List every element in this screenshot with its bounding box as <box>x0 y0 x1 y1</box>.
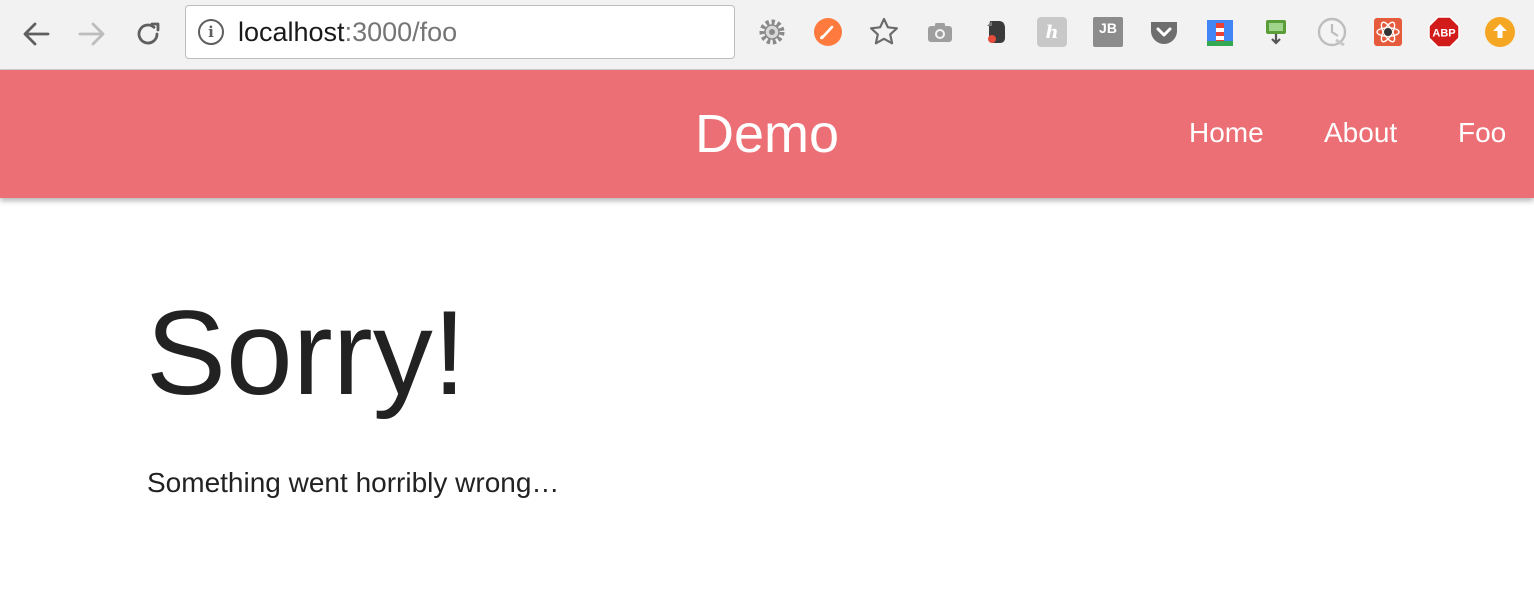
url-path: :3000/foo <box>344 16 458 47</box>
react-devtools-icon[interactable] <box>1372 16 1404 48</box>
error-message: Something went horribly wrong… <box>147 467 560 498</box>
lighthouse-icon[interactable] <box>1204 16 1236 48</box>
brand-title: Demo <box>694 104 840 164</box>
brush-icon[interactable] <box>812 16 844 48</box>
browser-toolbar: i localhost:3000/foo h JB ABP <box>0 0 1534 70</box>
error-title: Sorry! <box>146 286 467 420</box>
main-content: Sorry! Something went horribly wrong… <box>0 198 1534 608</box>
address-bar[interactable]: i localhost:3000/foo <box>185 5 735 59</box>
clock-icon[interactable] <box>1316 16 1348 48</box>
star-icon[interactable] <box>868 16 900 48</box>
evernote-icon[interactable] <box>980 16 1012 48</box>
app-header: Demo Home About Foo <box>0 70 1534 198</box>
camera-icon[interactable] <box>924 16 956 48</box>
svg-text:ABP: ABP <box>1432 28 1455 40</box>
forward-arrow-icon[interactable] <box>74 17 110 51</box>
url-text[interactable]: localhost:3000/foo <box>238 17 457 48</box>
info-icon[interactable]: i <box>198 19 224 45</box>
back-arrow-icon[interactable] <box>18 17 54 51</box>
nav-link-about[interactable]: About <box>1324 116 1397 150</box>
upload-icon[interactable] <box>1484 16 1516 48</box>
url-host: localhost <box>238 16 345 47</box>
nav-link-foo[interactable]: Foo <box>1458 116 1506 150</box>
reload-icon[interactable] <box>130 17 166 51</box>
pocket-icon[interactable] <box>1148 16 1180 48</box>
nav-link-home[interactable]: Home <box>1189 116 1264 150</box>
download-icon[interactable] <box>1260 16 1292 48</box>
jetbrains-icon[interactable]: JB <box>1092 16 1124 48</box>
h-extension-icon[interactable]: h <box>1036 16 1068 48</box>
adblock-icon[interactable]: ABP <box>1428 16 1460 48</box>
settings-gear-icon[interactable] <box>756 16 788 48</box>
